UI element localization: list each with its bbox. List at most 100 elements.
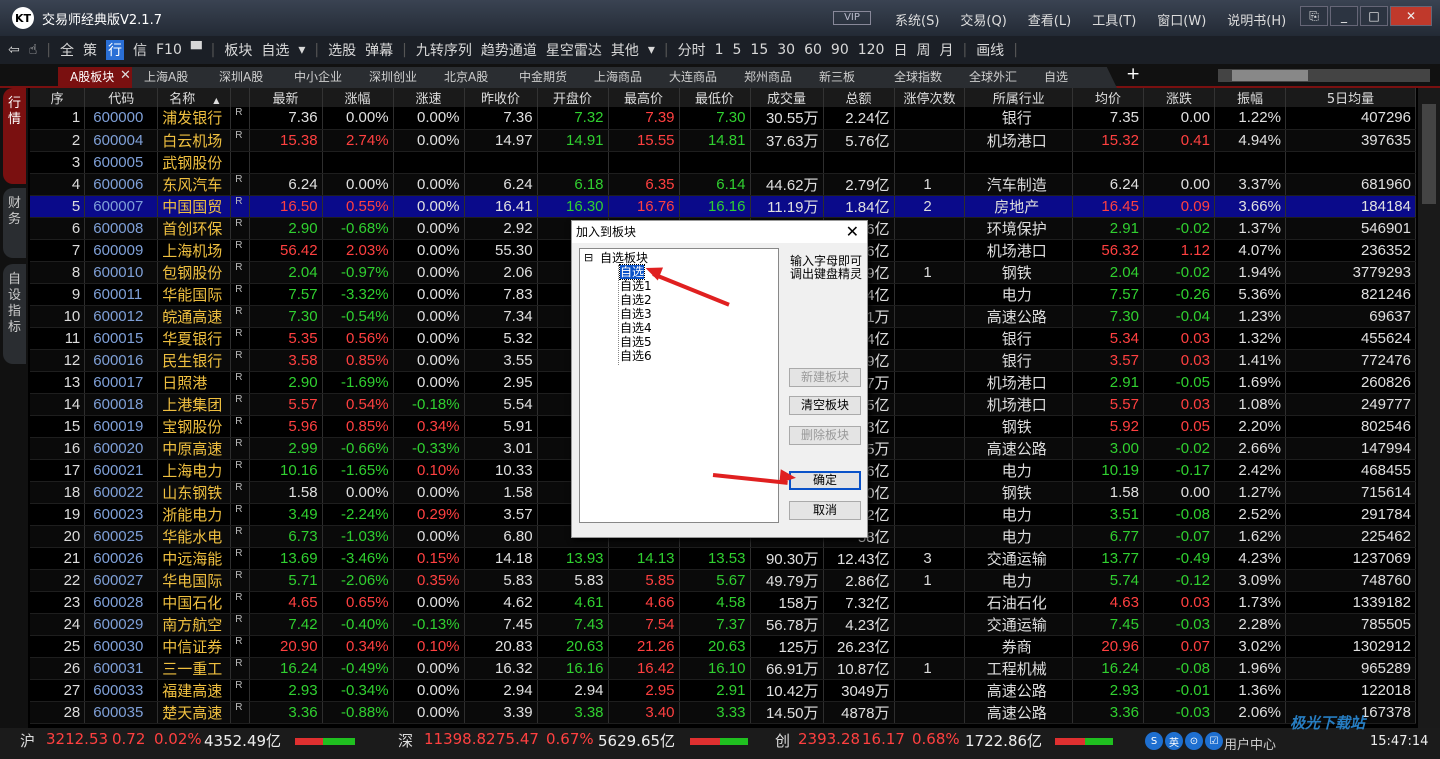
column-header[interactable]: 涨跌: [1143, 88, 1215, 107]
toolbar-item[interactable]: 60: [804, 42, 822, 58]
toolbar-item[interactable]: 30: [777, 42, 795, 58]
tab-13[interactable]: 自选: [1032, 67, 1117, 88]
menu-view[interactable]: 查看(L): [1028, 10, 1071, 29]
menu-system[interactable]: 系统(S): [895, 10, 939, 29]
column-header[interactable]: 最低价: [679, 88, 751, 107]
tab-10[interactable]: 新三板: [807, 67, 892, 88]
toolbar-item[interactable]: ▾: [298, 42, 305, 58]
column-header[interactable]: 5日均量: [1285, 88, 1416, 107]
toolbar-item[interactable]: 选股: [328, 40, 356, 60]
side-tab-quotes[interactable]: 行情: [3, 88, 26, 184]
tree-node-5[interactable]: 自选5: [620, 335, 652, 349]
network-icon[interactable]: ⊙: [1185, 732, 1203, 750]
table-row[interactable]: 27 600033 福建高速 R 2.93 -0.34% 0.00% 2.94 2.94 2.95…: [30, 679, 1416, 702]
column-header[interactable]: 最新: [249, 88, 323, 107]
column-header[interactable]: 成交量: [750, 88, 824, 107]
column-header[interactable]: 昨收价: [464, 88, 538, 107]
tab-11[interactable]: 全球指数: [882, 67, 967, 88]
toolbar-item[interactable]: ▀: [191, 42, 202, 58]
table-row[interactable]: 5 600007 中国国贸 R 16.50 0.55% 0.00% 16.41 16.30 16.…: [30, 195, 1416, 218]
tab-4[interactable]: 深圳创业: [357, 67, 442, 88]
table-row[interactable]: 1 600000 浦发银行 R 7.36 0.00% 0.00% 7.36 7.32 7.39 7.…: [30, 107, 1416, 130]
maximize-button[interactable]: □: [1360, 6, 1388, 26]
block-tree[interactable]: ⊟ 自选板块 自选 自选1 自选2 自选3 自选4 自选5 自选6: [579, 248, 779, 523]
vip-badge[interactable]: VIP: [833, 11, 871, 25]
toolbar-item[interactable]: 板块: [224, 40, 252, 60]
toolbar-item[interactable]: 120: [858, 42, 885, 58]
table-row[interactable]: 21 600026 中远海能 R 13.69 -3.46% 0.15% 14.18 13.93 1…: [30, 547, 1416, 570]
tab-9[interactable]: 郑州商品: [732, 67, 817, 88]
tab-5[interactable]: 北京A股: [432, 67, 517, 88]
delete-block-button[interactable]: 删除板块: [789, 426, 861, 445]
toolbar-item[interactable]: 1: [715, 42, 724, 58]
toolbar-item[interactable]: 分时: [678, 40, 706, 60]
column-header[interactable]: [230, 88, 250, 107]
toolbar-item[interactable]: 90: [831, 42, 849, 58]
menu-window[interactable]: 窗口(W): [1157, 10, 1206, 29]
toolbar-item[interactable]: 星空雷达: [546, 40, 602, 60]
table-row[interactable]: 3 600005 武钢股份: [30, 151, 1416, 174]
tree-expander-icon[interactable]: ⊟: [584, 251, 593, 265]
toolbar-item[interactable]: 其他: [611, 40, 639, 60]
toolbar-item[interactable]: 九转序列: [416, 40, 472, 60]
tab-scrollbar[interactable]: [1218, 69, 1430, 82]
tab-7[interactable]: 上海商品: [582, 67, 667, 88]
column-header[interactable]: 振幅: [1214, 88, 1286, 107]
toolbar-item[interactable]: 15: [750, 42, 768, 58]
menu-manual[interactable]: 说明书(H): [1227, 10, 1286, 29]
tab-scroll-thumb[interactable]: [1232, 70, 1308, 81]
table-row[interactable]: 4 600006 东风汽车 R 6.24 0.00% 0.00% 6.24 6.18 6.35 6.…: [30, 173, 1416, 196]
toolbar-item[interactable]: ▾: [648, 42, 655, 58]
dialog-close-icon[interactable]: ✕: [846, 221, 859, 243]
column-header[interactable]: 开盘价: [537, 88, 609, 107]
tab-6[interactable]: 中金期货: [507, 67, 592, 88]
sogou-icon[interactable]: S: [1145, 732, 1163, 750]
column-header[interactable]: 所属行业: [964, 88, 1073, 107]
tab-close-icon[interactable]: ✕: [120, 68, 131, 83]
table-row[interactable]: 23 600028 中国石化 R 4.65 0.65% 0.00% 4.62 4.61 4.66 4…: [30, 591, 1416, 614]
new-block-button[interactable]: 新建板块: [789, 368, 861, 387]
tree-node-6[interactable]: 自选6: [620, 349, 652, 363]
ok-button[interactable]: 确定: [789, 471, 861, 490]
tree-node-4[interactable]: 自选4: [620, 321, 652, 335]
column-header[interactable]: 代码: [84, 88, 159, 107]
clear-block-button[interactable]: 清空板块: [789, 396, 861, 415]
add-tab-icon[interactable]: +: [1126, 64, 1140, 84]
user-center-link[interactable]: 用户中心: [1224, 734, 1276, 753]
toolbar-item[interactable]: 行: [105, 40, 124, 60]
toolbar-item[interactable]: 弹幕: [365, 40, 393, 60]
column-header[interactable]: 均价: [1072, 88, 1144, 107]
column-header[interactable]: 最高价: [608, 88, 680, 107]
tab-3[interactable]: 中小企业: [282, 67, 367, 88]
toolbar-item[interactable]: 周: [916, 40, 930, 60]
menu-trade[interactable]: 交易(Q): [960, 10, 1006, 29]
table-row[interactable]: 2 600004 白云机场 R 15.38 2.74% 0.00% 14.97 14.91 15.…: [30, 129, 1416, 152]
minimize-button[interactable]: _: [1330, 6, 1358, 26]
tree-node-3[interactable]: 自选3: [620, 307, 652, 321]
toolbar-item[interactable]: 自选: [261, 40, 289, 60]
tree-root-node[interactable]: 自选板块: [600, 251, 648, 265]
column-header[interactable]: 总额: [823, 88, 895, 107]
table-row[interactable]: 28 600035 楚天高速 R 3.36 -0.88% 0.00% 3.39 3.38 3.40…: [30, 701, 1416, 724]
column-header[interactable]: 涨幅: [322, 88, 394, 107]
table-row[interactable]: 22 600027 华电国际 R 5.71 -2.06% 0.35% 5.83 5.83 5.85…: [30, 569, 1416, 592]
table-row[interactable]: 25 600030 中信证券 R 20.90 0.34% 0.10% 20.83 20.63 21…: [30, 635, 1416, 658]
tab-2[interactable]: 深圳A股: [207, 67, 292, 88]
toolbar-item[interactable]: 日: [893, 40, 907, 60]
menu-tools[interactable]: 工具(T): [1092, 10, 1136, 29]
toolbar-item[interactable]: F10: [156, 42, 182, 58]
toolbar-item[interactable]: 趋势通道: [481, 40, 537, 60]
tree-node-2[interactable]: 自选2: [620, 293, 652, 307]
vertical-scrollbar[interactable]: [1418, 88, 1440, 728]
column-header[interactable]: 涨停次数: [894, 88, 966, 107]
column-header[interactable]: 名称 ▲: [157, 88, 232, 107]
toolbar-item[interactable]: 信: [133, 40, 147, 60]
close-button[interactable]: ✕: [1390, 6, 1432, 26]
vertical-scroll-thumb[interactable]: [1422, 104, 1436, 204]
table-row[interactable]: 26 600031 三一重工 R 16.24 -0.49% 0.00% 16.32 16.16 1…: [30, 657, 1416, 680]
table-row[interactable]: 24 600029 南方航空 R 7.42 -0.40% -0.13% 7.45 7.43 7.5…: [30, 613, 1416, 636]
toolbar-item[interactable]: 策: [83, 40, 97, 60]
toolbar-item[interactable]: ☝: [29, 42, 38, 58]
side-tab-finance[interactable]: 财务: [3, 188, 26, 258]
column-header[interactable]: 涨速: [393, 88, 465, 107]
